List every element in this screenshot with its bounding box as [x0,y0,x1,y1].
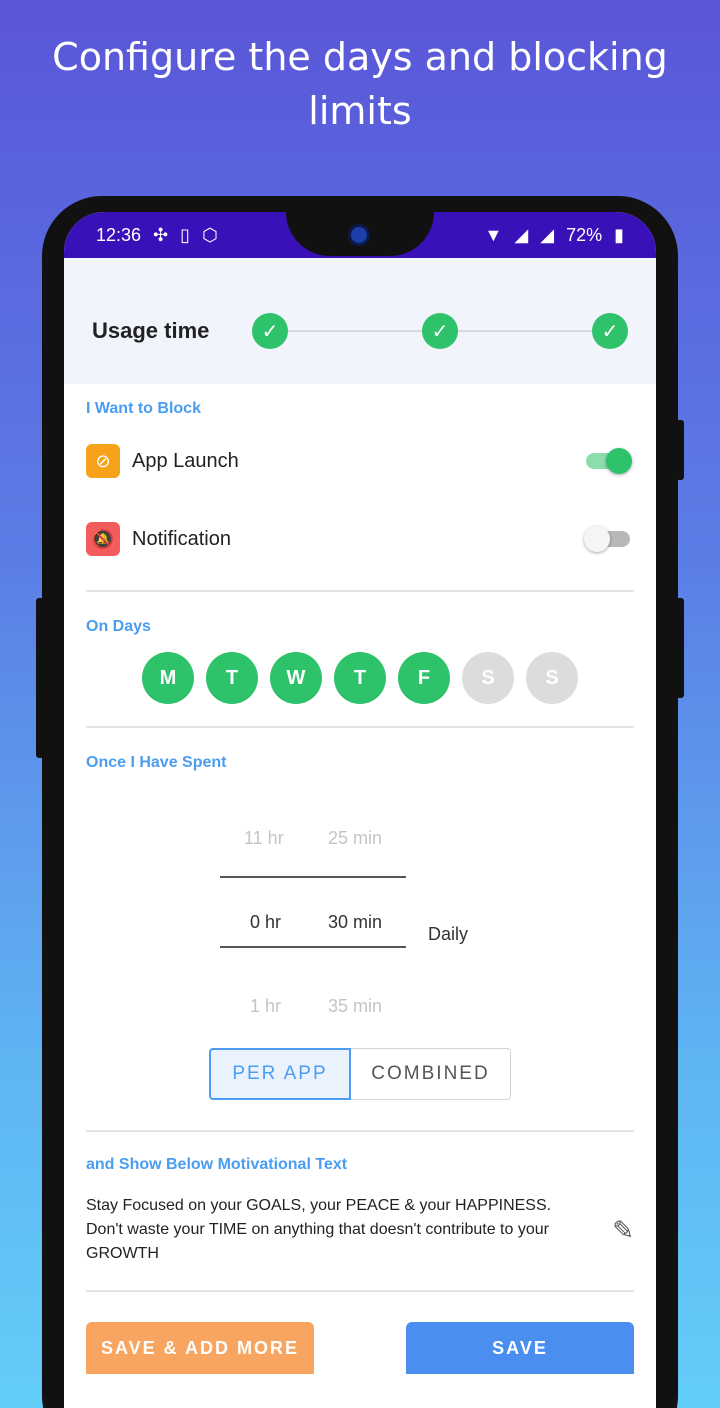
minutes-option[interactable]: 35 min [328,996,382,1017]
bell-off-icon: 🔕 [86,522,120,556]
mode-segmented-control: PER APP COMBINED [86,1048,634,1100]
eye-off-icon: ⊘ [86,444,120,478]
minutes-option[interactable]: 25 min [328,828,382,849]
notification-toggle[interactable] [584,525,634,553]
section-label-block: I Want to Block [86,400,201,417]
check-icon: ✓ [592,313,628,349]
day-sunday[interactable]: S [526,652,578,704]
slack-icon: ✣ [153,224,169,245]
phone-side-button [36,598,44,758]
section-label-motivation: and Show Below Motivational Text [86,1156,348,1173]
day-friday[interactable]: F [398,652,450,704]
per-app-button[interactable]: PER APP [209,1048,351,1100]
app-launch-toggle[interactable] [584,447,634,475]
toggle-knob [584,526,610,552]
front-camera [348,224,370,246]
bottom-actions: SAVE & ADD MORE SAVE [64,1322,656,1374]
page-title: Usage time [92,318,210,343]
hours-option[interactable]: 11 hr [244,828,284,849]
header: Usage time ✓ ✓ ✓ [64,258,656,384]
phone-side-button [676,598,684,698]
day-monday[interactable]: M [142,652,194,704]
divider [86,726,634,728]
app-notification-icon: ⬡ [202,224,218,245]
signal-icon: ◢ [514,224,529,245]
day-thursday[interactable]: T [334,652,386,704]
check-icon: ✓ [422,313,458,349]
phone-side-button [676,420,684,480]
block-app-launch-row[interactable]: ⊘ App Launch [86,422,634,500]
wifi-icon: ▼ [484,224,503,245]
minutes-selected[interactable]: 30 min [328,912,382,933]
day-saturday[interactable]: S [462,652,514,704]
save-add-more-button[interactable]: SAVE & ADD MORE [86,1322,314,1374]
signal-icon: ◢ [540,224,555,245]
toggle-knob [606,448,632,474]
hours-option[interactable]: 1 hr [250,996,281,1017]
stepper-line [458,330,592,332]
time-picker[interactable]: 11 hr 25 min 0 hr 30 min Daily 1 hr 35 m… [86,772,634,1032]
picker-selection-line [220,946,406,948]
day-tuesday[interactable]: T [206,652,258,704]
status-bar: 12:36 ✣ ▯ ⬡ ▼ ◢ ◢ 72% ▮ [64,212,656,258]
block-item-label: Notification [132,527,231,550]
divider [86,1130,634,1132]
section-label-days: On Days [86,618,151,635]
settings-content: I Want to Block ⊘ App Launch 🔕 Notificat… [64,400,656,1292]
block-item-label: App Launch [132,449,239,472]
battery-icon: ▮ [614,224,624,245]
divider [86,590,634,592]
motivation-text: Stay Focused on your GOALS, your PEACE &… [86,1197,552,1262]
check-icon: ✓ [252,313,288,349]
promo-title: Configure the days and blocking limits [52,35,668,133]
motivation-row: Stay Focused on your GOALS, your PEACE &… [86,1194,634,1266]
edit-pencil-icon[interactable]: ✎ [574,1215,634,1246]
period-label: Daily [428,924,469,944]
battery-saver-icon: ▯ [180,224,191,245]
stepper-line [288,330,422,332]
save-button[interactable]: SAVE [406,1322,634,1374]
combined-button[interactable]: COMBINED [351,1048,511,1100]
day-selector: M T W T F S S [86,652,634,704]
section-label-spent: Once I Have Spent [86,754,227,771]
day-wednesday[interactable]: W [270,652,322,704]
picker-selection-line [220,876,406,878]
progress-stepper: ✓ ✓ ✓ [252,313,628,349]
block-notification-row[interactable]: 🔕 Notification [86,500,634,578]
battery-percent: 72% [566,224,603,245]
divider [86,1290,634,1292]
app-screen: 12:36 ✣ ▯ ⬡ ▼ ◢ ◢ 72% ▮ Usage time ✓ ✓ ✓… [64,212,656,1408]
status-time: 12:36 [96,224,142,245]
hours-selected[interactable]: 0 hr [250,912,281,933]
